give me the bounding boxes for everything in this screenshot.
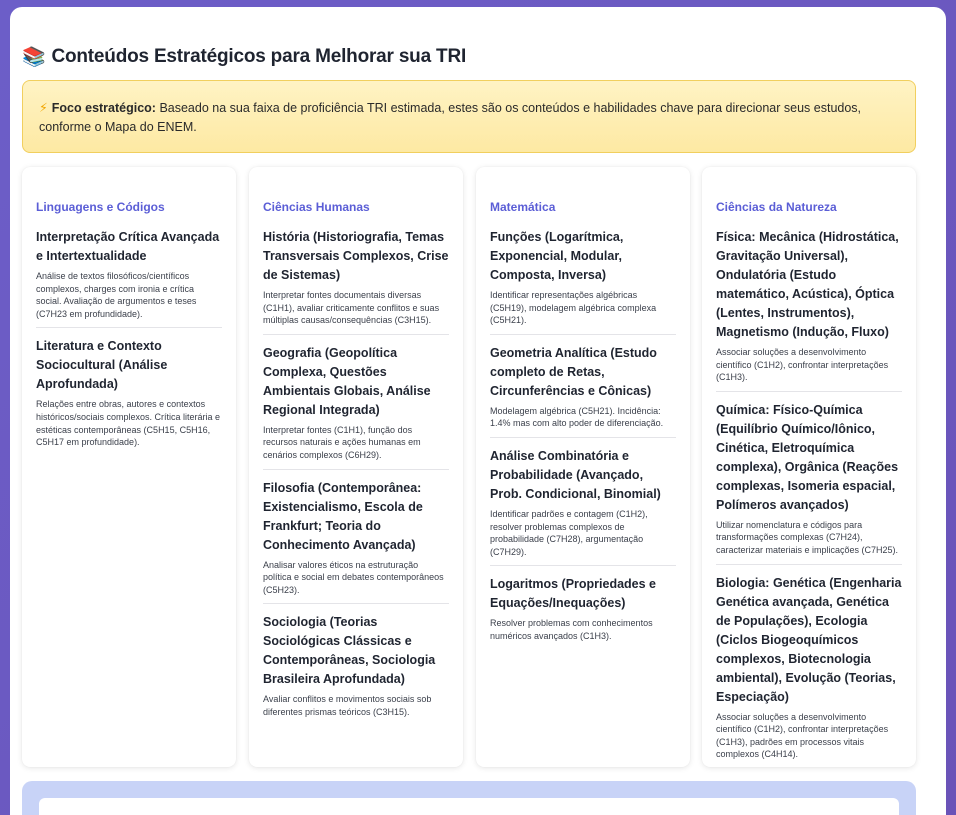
content-item-desc: Analisar valores éticos na estruturação … — [263, 559, 444, 595]
content-item-desc: Relações entre obras, autores e contexto… — [36, 399, 221, 448]
content-item: Biologia: Genética (Engenharia Genética … — [716, 574, 902, 768]
column-title: Ciências da Natureza — [716, 200, 837, 214]
content-item-title: Análise Combinatória e Probabilidade (Av… — [490, 448, 661, 501]
content-item-title: Geografia (Geopolítica Complexa, Questõe… — [263, 345, 431, 417]
content-item: Interpretação Crítica Avançada e Interte… — [36, 228, 222, 329]
content-item-desc: Utilizar nomenclatura e códigos para tra… — [716, 519, 899, 555]
notice-text: Baseado na sua faixa de proficiência TRI… — [39, 101, 862, 134]
content-item: Literatura e Contexto Sociocultural (Aná… — [36, 337, 222, 455]
content-item-desc: Identificar padrões e contagem (C1H2), r… — [490, 508, 648, 557]
content-item: Funções (Logarítmica, Exponencial, Modul… — [490, 228, 676, 335]
content-item-desc: Interpretar fontes (C1H1), função dos re… — [263, 424, 421, 460]
page-title: 📚 Conteúdos Estratégicos para Melhorar s… — [22, 45, 466, 69]
content-item-title: História (Historiografia, Temas Transver… — [263, 230, 449, 282]
content-item: História (Historiografia, Temas Transver… — [263, 228, 449, 335]
column-linguagens: Linguagens e Códigos Interpretação Críti… — [22, 167, 236, 767]
content-item-title: Filosofia (Contemporânea: Existencialism… — [263, 480, 423, 552]
content-item-desc: Resolver problemas com conhecimentos num… — [490, 618, 653, 641]
content-item: Sociologia (Teorias Sociológicas Clássic… — [263, 613, 449, 725]
content-item: Filosofia (Contemporânea: Existencialism… — [263, 479, 449, 605]
content-item-title: Interpretação Crítica Avançada e Interte… — [36, 230, 220, 263]
content-item: Geografia (Geopolítica Complexa, Questõe… — [263, 344, 449, 470]
column-matematica: Matemática Funções (Logarítmica, Exponen… — [476, 167, 690, 767]
content-item: Física: Mecânica (Hidrostática, Gravitaç… — [716, 228, 902, 392]
content-item-desc: Modelagem algébrica (C5H21). Incidência:… — [490, 405, 664, 429]
notice-label: Foco estratégico: — [51, 101, 156, 115]
books-icon: 📚 — [22, 47, 46, 68]
content-item-desc: Associar soluções a desenvolvimento cien… — [716, 347, 889, 383]
content-item-desc: Associar soluções a desenvolvimento cien… — [716, 711, 889, 760]
content-item: Geometria Analítica (Estudo completo de … — [490, 344, 676, 438]
lightning-icon: ⚡ — [39, 101, 48, 115]
column-natureza: Ciências da Natureza Física: Mecânica (H… — [702, 167, 916, 767]
content-item: Logaritmos (Propriedades e Equações/Ineq… — [490, 575, 676, 649]
content-item-title: Química: Físico-Química (Equilíbrio Quím… — [716, 402, 899, 512]
column-title: Linguagens e Códigos — [36, 200, 165, 214]
column-title: Ciências Humanas — [263, 200, 370, 214]
content-item-title: Geometria Analítica (Estudo completo de … — [490, 345, 657, 398]
page-title-text: Conteúdos Estratégicos para Melhorar sua… — [51, 46, 467, 67]
content-item-title: Biologia: Genética (Engenharia Genética … — [716, 575, 902, 704]
column-humanas: Ciências Humanas História (Historiografi… — [249, 167, 463, 767]
content-item-desc: Análise de textos filosóficos/científico… — [36, 271, 197, 319]
content-item-title: Sociologia (Teorias Sociológicas Clássic… — [263, 615, 436, 687]
content-item-title: Física: Mecânica (Hidrostática, Gravitaç… — [716, 230, 899, 339]
subject-columns: Linguagens e Códigos Interpretação Críti… — [22, 167, 916, 767]
content-item-title: Literatura e Contexto Sociocultural (Aná… — [36, 339, 168, 392]
column-title: Matemática — [490, 200, 556, 214]
content-item: Análise Combinatória e Probabilidade (Av… — [490, 447, 676, 567]
content-item-title: Funções (Logarítmica, Exponencial, Modul… — [490, 230, 624, 282]
content-item-title: Logaritmos (Propriedades e Equações/Ineq… — [490, 577, 657, 611]
content-item-desc: Avaliar conflitos e movimentos sociais s… — [263, 694, 432, 717]
next-section-inner-card — [39, 798, 899, 815]
content-item-desc: Interpretar fontes documentais diversas … — [263, 290, 440, 326]
strategic-focus-notice: ⚡ Foco estratégico: Baseado na sua faixa … — [22, 80, 916, 153]
content-item: Química: Físico-Química (Equilíbrio Quím… — [716, 401, 902, 565]
next-section-panel — [22, 781, 916, 815]
content-item-desc: Identificar representações algébricas (C… — [490, 290, 657, 326]
